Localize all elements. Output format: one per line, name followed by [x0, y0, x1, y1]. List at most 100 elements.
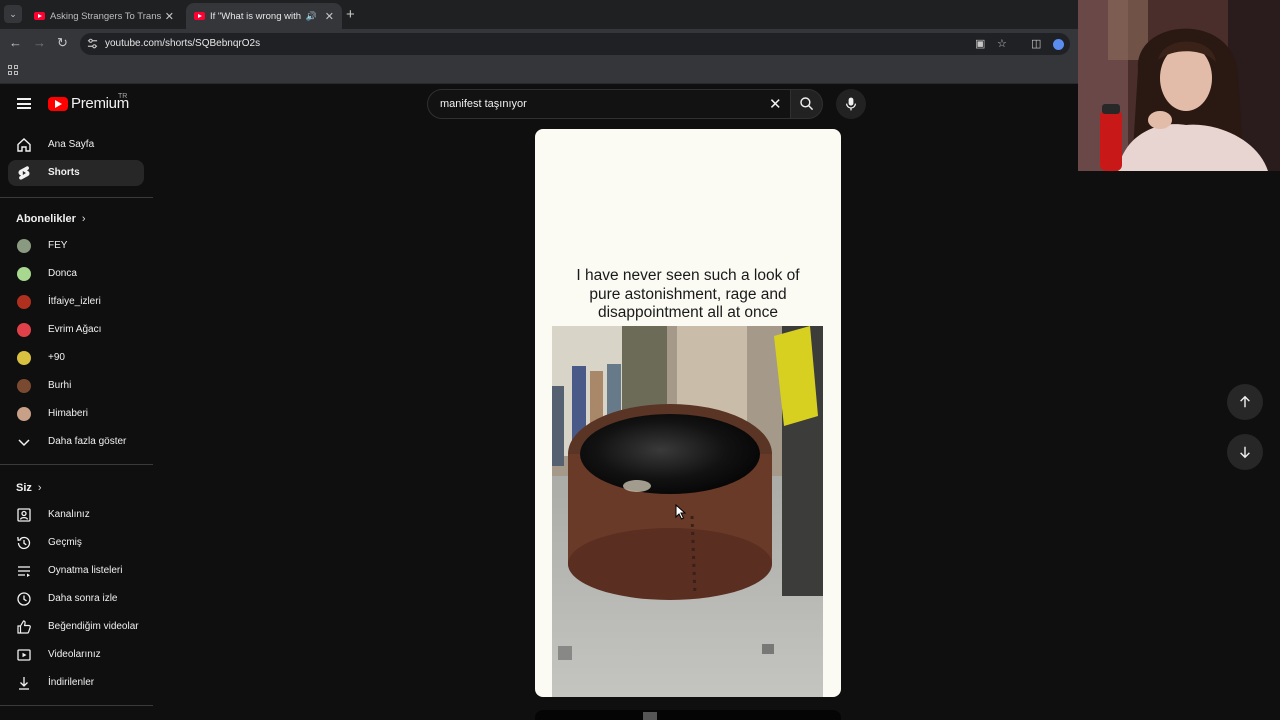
clear-search-icon[interactable]: ✕: [769, 95, 782, 113]
search-icon: [800, 97, 814, 111]
youtube-favicon-icon: [194, 12, 205, 20]
next-short-button[interactable]: [1227, 434, 1263, 470]
browser-tab-active[interactable]: If "What is wrong with you" 🔊 ✕: [186, 3, 342, 29]
streamer-webcam-image: [1078, 0, 1280, 171]
tab-title: Asking Strangers To Transform: [50, 10, 161, 22]
sidebar-item-shorts[interactable]: Shorts: [8, 160, 144, 186]
subscription-name: +90: [48, 352, 65, 363]
caption-line: I have never seen such a look of: [576, 267, 800, 284]
subscriptions-heading-label: Abonelikler: [16, 213, 76, 225]
apps-grid-icon[interactable]: [8, 65, 18, 75]
playlists-icon: [18, 566, 30, 577]
sidebar-item-history[interactable]: Geçmiş: [8, 530, 144, 556]
back-arrow-icon[interactable]: ←: [9, 35, 22, 50]
country-code: TR: [118, 93, 128, 100]
audio-playing-icon[interactable]: 🔊: [306, 11, 317, 22]
shorts-icon: [18, 166, 30, 180]
tab-title: If "What is wrong with you": [210, 10, 302, 22]
sidebar-item-label: Geçmiş: [48, 537, 82, 548]
video-frame-image: [552, 326, 823, 697]
microphone-icon: [845, 97, 857, 111]
video-caption: I have never seen such a look of pure as…: [535, 267, 841, 323]
new-tab-button[interactable]: +: [346, 6, 355, 23]
sidebar-subscription-evrim-agaci[interactable]: Evrim Ağacı: [8, 317, 144, 343]
sidebar-subscription-fey[interactable]: FEY: [8, 233, 144, 259]
caption-line: disappointment all at once: [597, 304, 779, 321]
profile-icon[interactable]: [1053, 39, 1064, 50]
channel-icon: [17, 508, 31, 522]
sidebar-item-watch-later[interactable]: Daha sonra izle: [8, 586, 144, 612]
site-settings-icon[interactable]: [87, 38, 98, 49]
youtube-premium-logo[interactable]: Premium: [48, 95, 129, 112]
tab-search-button[interactable]: ⌄: [4, 5, 22, 23]
search-button[interactable]: [790, 89, 823, 119]
voice-search-button[interactable]: [836, 89, 866, 119]
show-more-button[interactable]: Daha fazla göster: [8, 429, 144, 455]
subscription-name: FEY: [48, 240, 68, 251]
reload-icon[interactable]: ↻: [57, 35, 68, 51]
short-video-player[interactable]: I have never seen such a look of pure as…: [535, 129, 841, 697]
sidebar-subscription-himaberi[interactable]: Himaberi: [8, 401, 144, 427]
avatar: [17, 351, 31, 365]
forward-arrow-icon[interactable]: →: [33, 35, 46, 50]
sidebar-subscription-donca[interactable]: Donca: [8, 261, 144, 287]
close-tab-icon[interactable]: ✕: [165, 10, 174, 23]
chevron-right-icon: ›: [37, 482, 42, 494]
downloads-icon: [19, 677, 29, 690]
menu-icon[interactable]: [17, 98, 31, 109]
sidebar-item-home[interactable]: Ana Sayfa: [8, 132, 144, 158]
youtube-logo-icon: [48, 96, 68, 111]
webcam-overlay: [1078, 0, 1280, 171]
next-short-preview[interactable]: [535, 710, 841, 720]
sidebar-item-downloads[interactable]: İndirilenler: [8, 670, 144, 696]
you-heading[interactable]: Siz ›: [16, 482, 42, 494]
next-short-thumbnail: [643, 712, 657, 720]
previous-short-button[interactable]: [1227, 384, 1263, 420]
avatar: [17, 267, 31, 281]
close-tab-icon[interactable]: ✕: [325, 10, 334, 23]
avatar: [17, 323, 31, 337]
show-more-label: Daha fazla göster: [48, 436, 127, 447]
bookmark-star-icon[interactable]: ☆: [997, 37, 1007, 50]
sidebar-item-label: Ana Sayfa: [48, 139, 95, 150]
subscription-name: Himaberi: [48, 408, 89, 419]
chevron-down-icon: [18, 439, 30, 447]
home-icon: [17, 138, 31, 152]
subscription-name: İtfaiye_izleri: [48, 296, 101, 307]
sidebar-subscription-burhi[interactable]: Burhi: [8, 373, 144, 399]
browser-tab[interactable]: Asking Strangers To Transform ✕: [26, 3, 182, 29]
arrow-down-icon: [1240, 446, 1250, 459]
sidebar-item-your-videos[interactable]: Videolarınız: [8, 642, 144, 668]
avatar: [17, 295, 31, 309]
sidebar-item-label: Shorts: [48, 167, 80, 178]
sidebar-item-label: Beğendiğim videolar: [48, 621, 139, 632]
avatar: [17, 379, 31, 393]
extension-icon[interactable]: ◫: [1031, 37, 1041, 50]
sidebar-item-liked-videos[interactable]: Beğendiğim videolar: [8, 614, 144, 640]
subscription-name: Evrim Ağacı: [48, 324, 102, 335]
subscription-name: Burhi: [48, 380, 72, 391]
sidebar-item-playlists[interactable]: Oynatma listeleri: [8, 558, 144, 584]
your-videos-icon: [17, 649, 31, 661]
browser-tab-strip: ⌄ Asking Strangers To Transform ✕ If "Wh…: [0, 0, 1078, 29]
sidebar-subscription-plus90[interactable]: +90: [8, 345, 144, 371]
mouse-cursor-icon: [675, 504, 687, 520]
youtube-favicon-icon: [34, 12, 45, 20]
subscription-name: Donca: [48, 268, 77, 279]
sidebar-divider: [0, 464, 153, 465]
subscriptions-heading[interactable]: Abonelikler ›: [16, 213, 86, 225]
sidebar-item-label: Kanalınız: [48, 509, 90, 520]
history-icon: [17, 536, 31, 550]
search-query: manifest taşınıyor: [440, 98, 527, 110]
url-text: youtube.com/shorts/SQBebnqrO2s: [105, 38, 261, 49]
sidebar-subscription-itfaiye[interactable]: İtfaiye_izleri: [8, 289, 144, 315]
you-heading-label: Siz: [16, 482, 32, 494]
address-bar[interactable]: youtube.com/shorts/SQBebnqrO2s ▣ ☆ ◫: [80, 33, 1070, 55]
caption-line: pure astonishment, rage and: [589, 285, 787, 303]
chevron-right-icon: ›: [81, 213, 86, 225]
search-input[interactable]: manifest taşınıyor ✕: [427, 89, 791, 119]
sidebar-item-your-channel[interactable]: Kanalınız: [8, 502, 144, 528]
sidebar-item-label: Oynatma listeleri: [48, 565, 123, 576]
install-app-icon[interactable]: ▣: [975, 37, 985, 50]
avatar: [17, 239, 31, 253]
